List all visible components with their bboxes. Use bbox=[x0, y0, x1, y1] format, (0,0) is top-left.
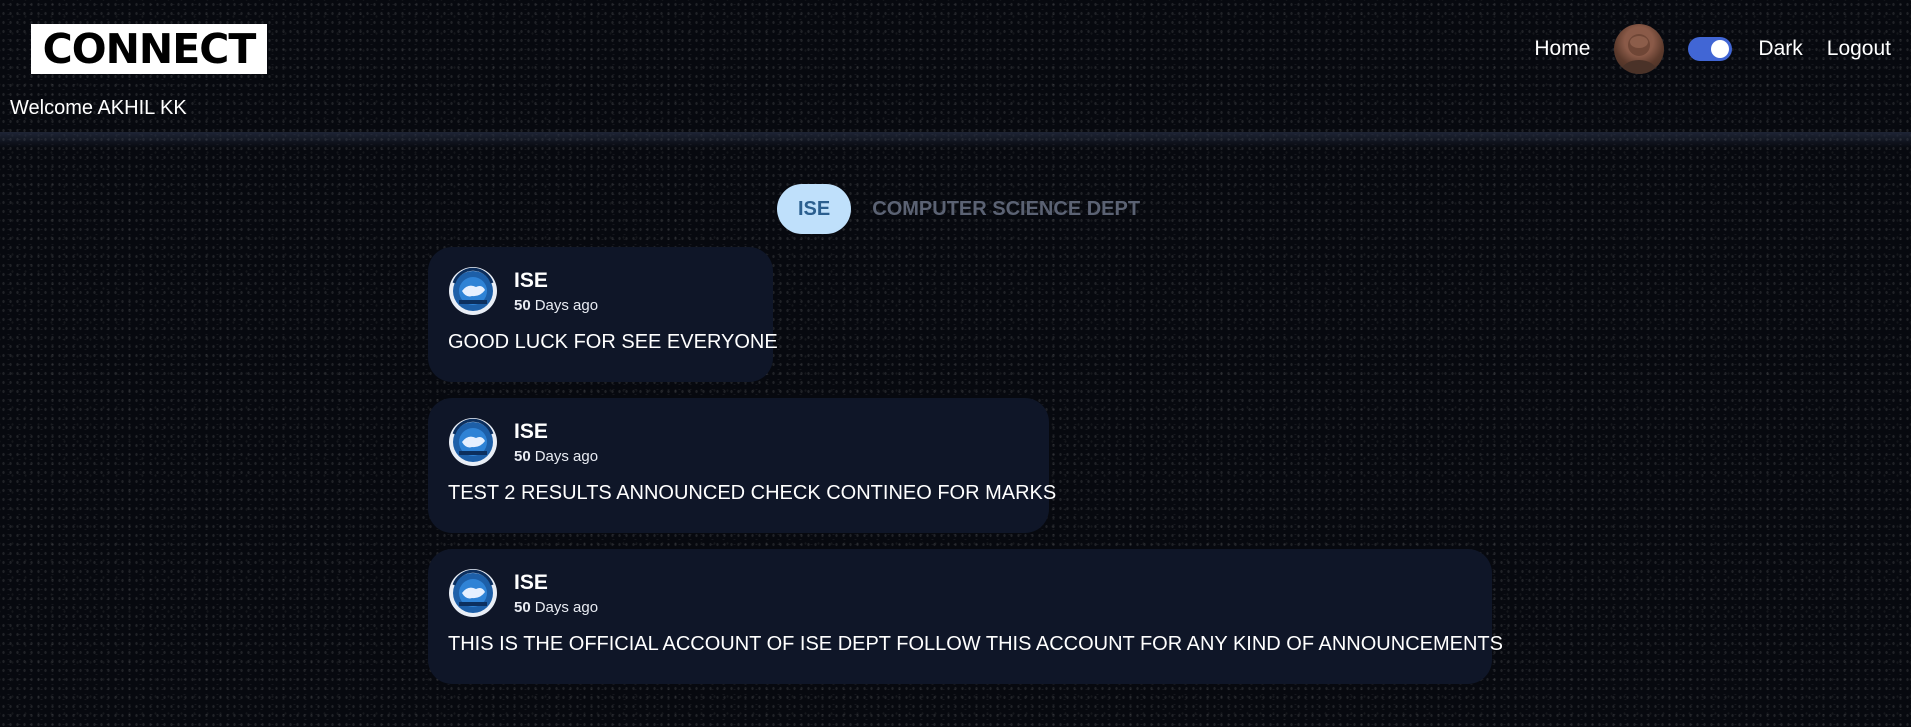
tab-ise[interactable]: ISE bbox=[777, 184, 852, 234]
welcome-message: Welcome AKHIL KK bbox=[10, 97, 187, 119]
post-header: ISE 50 Days ago bbox=[448, 265, 753, 317]
theme-toggle[interactable] bbox=[1688, 37, 1733, 61]
post-timestamp: 50 Days ago bbox=[514, 297, 598, 314]
post-author[interactable]: ISE bbox=[514, 420, 598, 444]
post-author[interactable]: ISE bbox=[514, 269, 598, 293]
toggle-knob bbox=[1711, 40, 1730, 58]
post-card: ISE 50 Days ago THIS IS THE OFFICIAL ACCO… bbox=[428, 549, 1503, 684]
post-body: GOOD LUCK FOR SEE EVERYONE bbox=[448, 331, 778, 353]
post-meta: ISE 50 Days ago bbox=[514, 420, 598, 465]
post-header: ISE 50 Days ago bbox=[448, 567, 1472, 619]
user-avatar[interactable] bbox=[1614, 24, 1665, 74]
post-age-number: 50 bbox=[514, 296, 531, 314]
post-card: ISE 50 Days ago GOOD LUCK FOR SEE EVERYON… bbox=[428, 247, 778, 382]
top-navbar: CONNECT Welcome AKHIL KK Home Dark Logou… bbox=[0, 0, 1911, 148]
department-tabs: ISE COMPUTER SCIENCE DEPT bbox=[777, 184, 1140, 234]
department-emblem-icon[interactable] bbox=[448, 417, 498, 467]
department-emblem-icon[interactable] bbox=[448, 568, 498, 618]
connect-logo[interactable]: CONNECT bbox=[31, 24, 267, 74]
logout-link[interactable]: Logout bbox=[1827, 37, 1891, 61]
post-age-number: 50 bbox=[514, 447, 531, 465]
user-photo-icon bbox=[1621, 34, 1658, 74]
post-age-unit: Days ago bbox=[534, 296, 599, 314]
theme-label: Dark bbox=[1758, 37, 1803, 60]
post-age-unit: Days ago bbox=[534, 447, 599, 465]
post-meta: ISE 50 Days ago bbox=[514, 571, 598, 616]
nav-home-link[interactable]: Home bbox=[1534, 37, 1590, 61]
post-meta: ISE 50 Days ago bbox=[514, 269, 598, 314]
post-age-number: 50 bbox=[514, 598, 531, 616]
post-body: TEST 2 RESULTS ANNOUNCED CHECK CONTINEO … bbox=[448, 482, 1057, 504]
tab-computer-science-dept[interactable]: COMPUTER SCIENCE DEPT bbox=[872, 198, 1140, 221]
logo-text: CONNECT bbox=[42, 24, 257, 73]
post-author[interactable]: ISE bbox=[514, 571, 598, 595]
post-timestamp: 50 Days ago bbox=[514, 599, 598, 616]
post-body: THIS IS THE OFFICIAL ACCOUNT OF ISE DEPT… bbox=[448, 633, 1503, 655]
nav-menu: Home Dark Logout bbox=[1534, 22, 1891, 76]
post-card: ISE 50 Days ago TEST 2 RESULTS ANNOUNCED … bbox=[428, 398, 1057, 533]
post-feed: ISE 50 Days ago GOOD LUCK FOR SEE EVERYON… bbox=[428, 247, 1503, 700]
department-emblem-icon[interactable] bbox=[448, 266, 498, 316]
post-header: ISE 50 Days ago bbox=[448, 416, 1029, 468]
post-timestamp: 50 Days ago bbox=[514, 448, 598, 465]
post-age-unit: Days ago bbox=[534, 598, 599, 616]
